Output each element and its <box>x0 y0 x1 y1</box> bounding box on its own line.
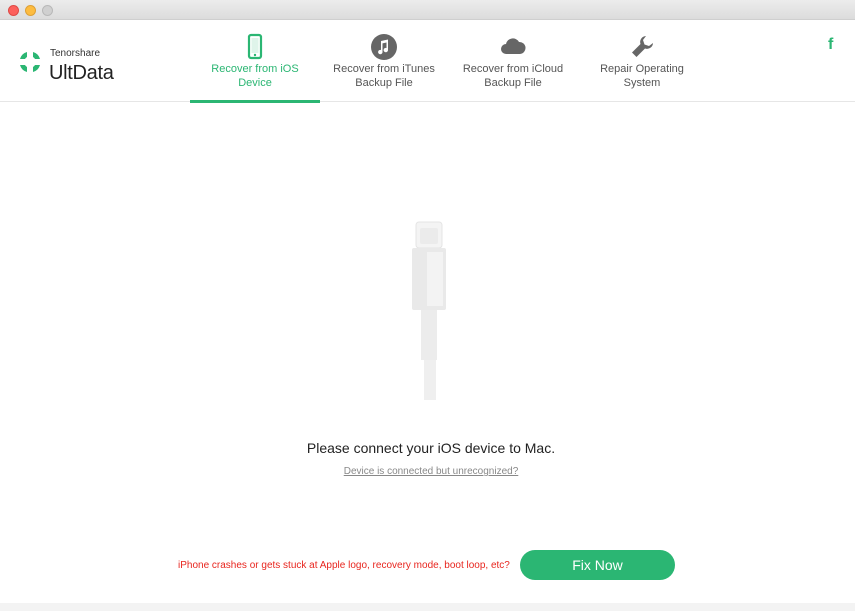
facebook-icon[interactable]: f <box>828 36 833 54</box>
tab-recover-from-ios-device[interactable]: Recover from iOS Device <box>190 20 320 103</box>
repair-hint-text: iPhone crashes or gets stuck at Apple lo… <box>178 560 510 571</box>
brand-name: Tenorshare <box>50 48 101 59</box>
tab-recover-from-itunes-backup[interactable]: Recover from iTunes Backup File <box>319 20 449 102</box>
music-note-icon <box>371 34 397 60</box>
cloud-icon <box>501 38 526 54</box>
close-window-button[interactable] <box>8 5 19 16</box>
maximize-window-button[interactable] <box>42 5 53 16</box>
tab-label: Repair Operating System <box>600 63 684 89</box>
app-window: Tenorshare UltData Recover from iOS Devi… <box>0 0 855 611</box>
tab-label: Recover from iCloud Backup File <box>462 63 564 89</box>
connect-device-prompt: Please connect your iOS device to Mac. <box>306 440 556 456</box>
fix-now-button[interactable]: Fix Now <box>520 550 675 580</box>
logo-icon <box>20 52 40 72</box>
footer-strip <box>0 603 855 611</box>
tab-recover-from-icloud-backup[interactable]: Recover from iCloud Backup File <box>448 20 578 102</box>
title-bar <box>0 0 855 20</box>
tab-label: Recover from iTunes Backup File <box>333 63 435 89</box>
phone-icon <box>247 33 263 60</box>
lightning-cable-icon <box>412 221 446 400</box>
wrench-icon <box>632 36 653 57</box>
product-name: UltData <box>49 62 114 84</box>
header: Tenorshare UltData Recover from iOS Devi… <box>0 20 855 103</box>
tab-repair-operating-system[interactable]: Repair Operating System <box>577 20 707 102</box>
app-logo: Tenorshare UltData <box>16 46 136 86</box>
device-unrecognized-link[interactable]: Device is connected but unrecognized? <box>0 466 855 477</box>
tab-label: Recover from iOS Device <box>211 63 299 89</box>
minimize-window-button[interactable] <box>25 5 36 16</box>
